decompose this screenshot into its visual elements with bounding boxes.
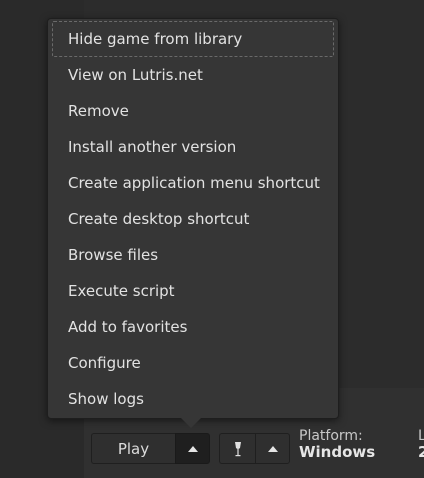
runner-tool-group [219,433,290,464]
play-button[interactable]: Play [91,433,175,464]
play-button-label: Play [117,439,150,458]
runner-tools-toggle-button[interactable] [255,433,290,464]
menu-item-browse-files[interactable]: Browse files [52,237,334,273]
runner-tools-button[interactable] [219,433,255,464]
menu-item-view-on-lutris[interactable]: View on Lutris.net [52,57,334,93]
lutris-window: Play Platform: Windows L 2 Hide game fro… [0,0,424,478]
chevron-up-icon [267,445,278,452]
chevron-up-icon [187,445,198,452]
menu-item-label: Remove [68,102,129,120]
menu-pointer-arrow [181,418,201,428]
platform-info: Platform: Windows [299,428,375,460]
playtime-info: L 2 [418,428,424,460]
game-context-menu: Hide game from library View on Lutris.ne… [47,18,339,419]
menu-item-label: Execute script [68,282,175,300]
menu-item-label: View on Lutris.net [68,66,203,84]
menu-item-create-desktop-shortcut[interactable]: Create desktop shortcut [52,201,334,237]
menu-item-label: Show logs [68,390,144,408]
menu-item-hide-game[interactable]: Hide game from library [52,21,334,57]
menu-item-label: Create desktop shortcut [68,210,250,228]
menu-item-add-to-favorites[interactable]: Add to favorites [52,309,334,345]
play-menu-toggle-button[interactable] [175,433,210,464]
platform-label: Platform: [299,428,363,444]
platform-value: Windows [299,443,376,461]
menu-item-show-logs[interactable]: Show logs [52,381,334,417]
play-button-group: Play [91,433,210,464]
playtime-label: L [418,428,424,444]
menu-item-configure[interactable]: Configure [52,345,334,381]
menu-item-label: Add to favorites [68,318,188,336]
menu-item-label: Configure [68,354,141,372]
menu-item-label: Create application menu shortcut [68,174,320,192]
menu-item-create-app-menu-shortcut[interactable]: Create application menu shortcut [52,165,334,201]
menu-item-execute-script[interactable]: Execute script [52,273,334,309]
menu-item-label: Install another version [68,138,237,156]
menu-item-label: Browse files [68,246,159,264]
menu-item-remove[interactable]: Remove [52,93,334,129]
menu-item-install-another-version[interactable]: Install another version [52,129,334,165]
wine-glass-icon [234,441,241,456]
menu-item-label: Hide game from library [68,30,243,48]
playtime-value: 2 [418,443,424,460]
